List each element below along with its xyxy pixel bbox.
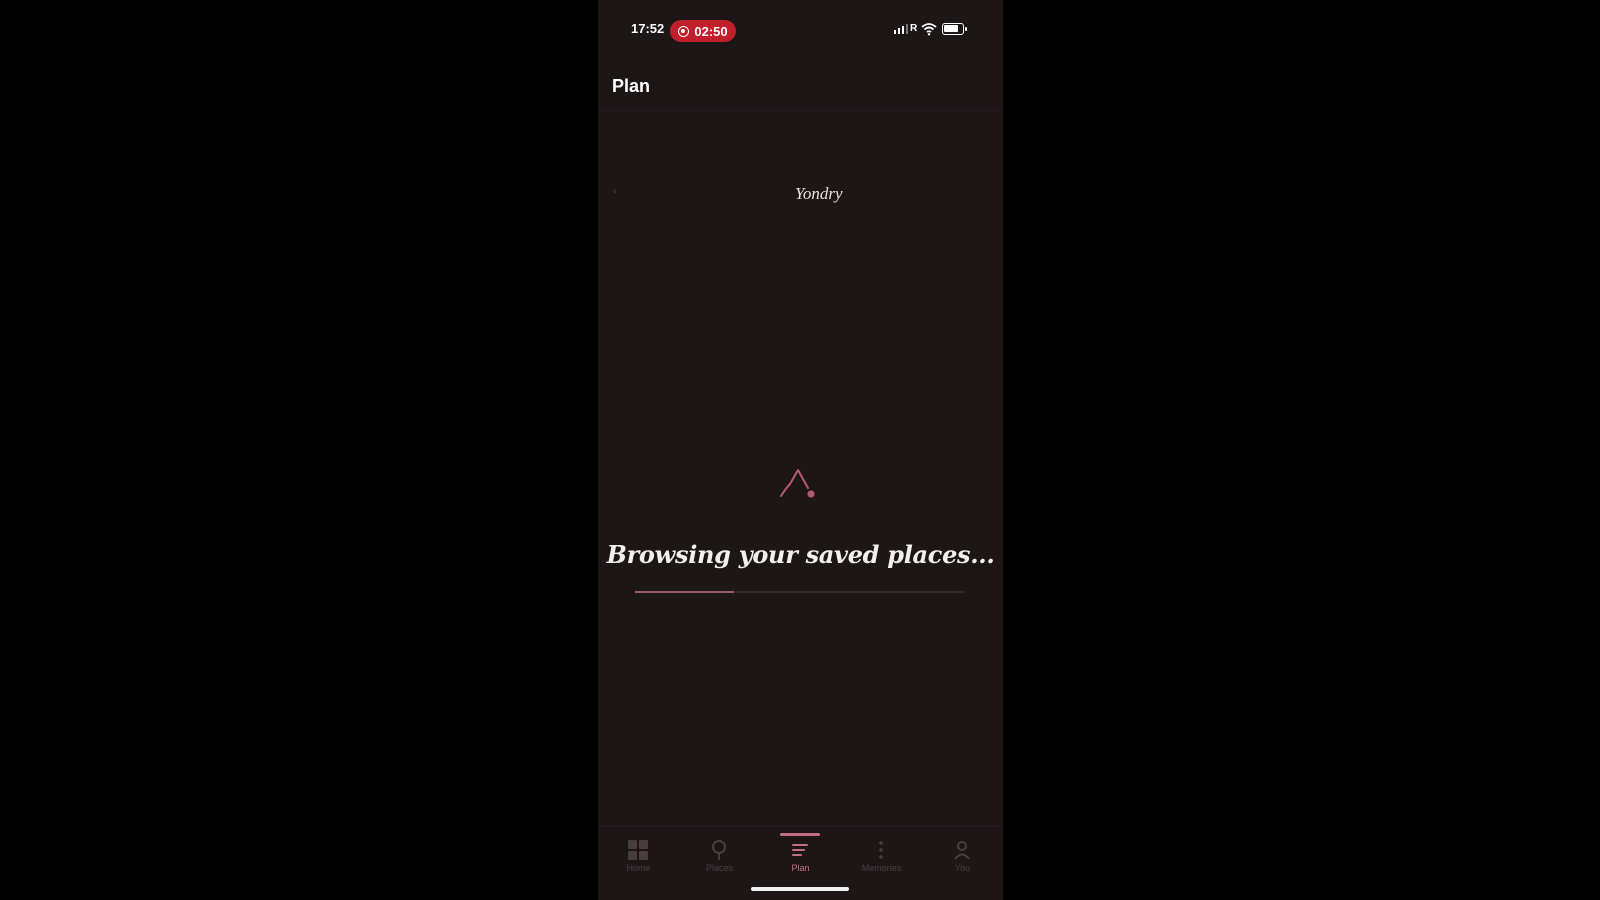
- pin-icon: [712, 840, 726, 860]
- grid-icon: [628, 840, 648, 860]
- tab-label: Places: [705, 863, 733, 873]
- list-icon: [792, 844, 808, 856]
- route-loader-icon: [780, 469, 815, 498]
- status-time: 17:52: [631, 21, 665, 36]
- tab-plan[interactable]: Plan: [760, 827, 841, 887]
- cellular-signal-icon: [894, 24, 908, 34]
- carrier-label: R: [910, 23, 918, 34]
- screen-recording-indicator[interactable]: 02:50: [670, 20, 736, 42]
- tab-home[interactable]: Home: [598, 827, 679, 887]
- wifi-icon: [921, 23, 937, 36]
- page-title: Plan: [612, 76, 651, 96]
- back-chevron-icon[interactable]: ‹: [613, 186, 616, 197]
- tab-label: Plan: [791, 863, 810, 873]
- dots-icon: [879, 841, 883, 859]
- status-bar: 17:52 02:50 R: [598, 0, 1003, 60]
- tab-you[interactable]: You: [922, 827, 1003, 887]
- tab-label: You: [954, 863, 971, 873]
- battery-icon: [942, 23, 967, 35]
- tab-places[interactable]: Places: [679, 827, 760, 887]
- loading-progress-fill: [635, 591, 734, 593]
- record-icon: [678, 25, 690, 37]
- loading-progress-bar: [635, 591, 965, 593]
- person-icon: [954, 841, 970, 860]
- recording-timer: 02:50: [694, 23, 728, 39]
- phone-screen: 17:52 02:50 R Plan ‹ Yondry Browsing you…: [598, 0, 1003, 900]
- active-tab-indicator: [780, 833, 820, 836]
- tab-memories[interactable]: Memories: [841, 827, 922, 887]
- tab-label: Home: [626, 863, 651, 873]
- tab-label: Memories: [861, 863, 902, 873]
- loading-message: Browsing your saved places...: [606, 540, 995, 569]
- brand-row: ‹ Yondry: [598, 180, 1003, 210]
- header-divider: [598, 110, 1003, 111]
- home-indicator[interactable]: [751, 887, 849, 891]
- brand-logo-text: Yondry: [795, 184, 843, 203]
